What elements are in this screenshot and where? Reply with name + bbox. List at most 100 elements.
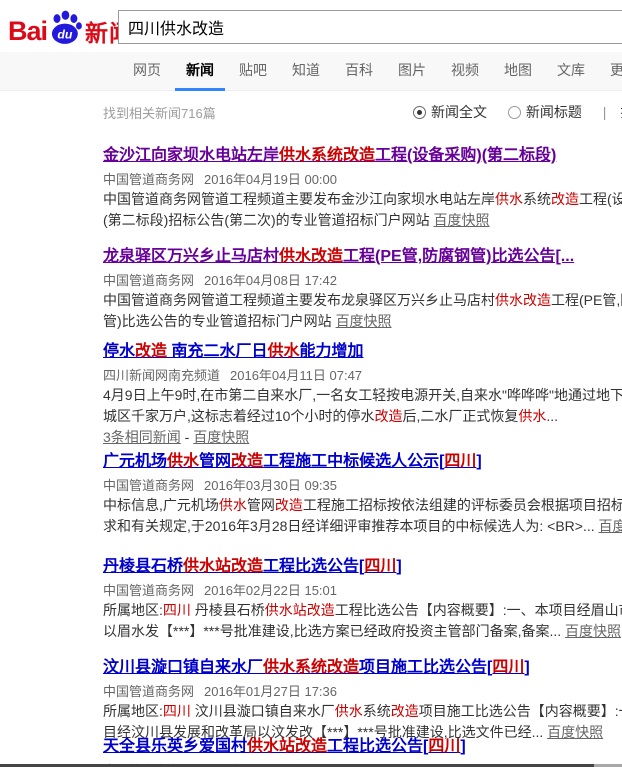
result-title-link[interactable]: 停水改造 南充二水厂日供水能力增加	[103, 342, 622, 362]
snippet-highlight: 改造	[374, 408, 402, 424]
result-source-line: 中国管道商务网 2016年03月30日 09:35	[103, 476, 622, 495]
results-list: 金沙江向家坝水电站左岸供水系统改造工程(设备采购)(第二标段)中国管道商务网20…	[0, 0, 622, 767]
result-item-1: 金沙江向家坝水电站左岸供水系统改造工程(设备采购)(第二标段) 中国管道商务网20…	[103, 146, 622, 231]
title-highlight: 供水系统改造	[263, 659, 359, 676]
result-title-link[interactable]: 汶川县漩口镇自来水厂供水系统改造项目施工比选公告[四川]	[103, 658, 622, 678]
result-snippet-line: 中标信息,广元机场供水管网改造工程施工招标按依法组建的评标委员会根据项目招标文件…	[103, 495, 622, 516]
snippet-text: 求和有关规定,于2016年3月28日经详细评审推荐本项目的中标候选人为: <BR…	[103, 518, 599, 534]
title-highlight: 供水站改造	[183, 558, 263, 575]
title-text: 管网	[199, 453, 231, 470]
snippet-text: 项目施工比选公告【内容概要】:一、	[419, 703, 622, 719]
cache-link[interactable]: 百度快照	[565, 623, 621, 639]
snippet-text: 所属地区:	[103, 602, 163, 618]
snippet-text: 汶川县漩口镇自来水厂	[191, 703, 335, 719]
title-text: 工程施工中标候选人公示[	[263, 453, 444, 470]
title-highlight: 供水站改造	[247, 738, 327, 755]
snippet-highlight: 供水	[335, 703, 363, 719]
snippet-highlight: 改造	[551, 191, 579, 207]
result-item-7: 天全县乐英乡爱国村供水站改造工程比选公告[四川]中国管道商务网2016年01月2…	[103, 737, 622, 767]
title-text: 天全县乐英乡爱国村	[103, 738, 247, 755]
snippet-highlight: 改造	[275, 497, 303, 513]
baidu-news-search-page: Bai du 新闻 网页新闻贴吧知道百科图片视频地图文库更多>> 找到相关新闻7…	[0, 0, 622, 767]
cache-link[interactable]: 百度快照	[193, 429, 249, 445]
title-highlight: 四川	[444, 453, 476, 470]
snippet-text: ...	[546, 408, 558, 424]
snippet-text: 城区千家万户,这标志着经过10个小时的停水	[103, 408, 374, 424]
snippet-text: 工程(设备采购)	[579, 191, 622, 207]
title-text: 工程比选公告[	[263, 558, 364, 575]
result-snippet-line: 管)比选公告的专业管道招标门户网站 百度快照	[103, 311, 622, 332]
title-highlight: 供水	[267, 343, 299, 360]
cache-link[interactable]: 百度快照	[599, 518, 622, 534]
result-date: 2016年02月22日 15:01	[204, 583, 337, 598]
snippet-highlight: 四川	[163, 602, 191, 618]
title-text: 广元机场	[103, 453, 167, 470]
result-source: 四川新闻网南充频道	[103, 368, 220, 383]
result-source-line: 中国管道商务网 2016年02月22日 15:01	[103, 581, 622, 600]
title-highlight: 四川	[492, 659, 524, 676]
snippet-text: 系统	[363, 703, 391, 719]
cache-link[interactable]: 百度快照	[336, 313, 392, 329]
cache-link[interactable]: 百度快照	[434, 212, 490, 228]
snippet-highlight: 供水站改造	[265, 602, 335, 618]
snippet-highlight: 供水	[219, 497, 247, 513]
result-date: 2016年04月11日 07:47	[230, 368, 362, 383]
snippet-text: 管)比选公告的专业管道招标门户网站	[103, 313, 336, 329]
title-text: 能力增加	[300, 343, 364, 360]
result-item-3: 停水改造 南充二水厂日供水能力增加四川新闻网南充频道 2016年04月11日 07…	[103, 342, 622, 448]
result-source: 中国管道商务网	[103, 684, 194, 699]
result-snippet-line: (第二标段)招标公告(第二次)的专业管道招标门户网站 百度快照	[103, 210, 622, 231]
title-highlight: 四川	[364, 558, 396, 575]
title-highlight: 供水改造	[279, 248, 343, 265]
title-highlight: 改造	[135, 343, 167, 360]
snippet-text: 后,二水厂正式恢复	[402, 408, 518, 424]
result-source: 中国管道商务网	[103, 583, 194, 598]
result-snippet-line: 所属地区:四川 汶川县漩口镇自来水厂供水系统改造项目施工比选公告【内容概要】:一…	[103, 701, 622, 722]
result-item-4: 广元机场供水管网改造工程施工中标候选人公示[四川]中国管道商务网2016年03月…	[103, 452, 622, 537]
result-title-link[interactable]: 天全县乐英乡爱国村供水站改造工程比选公告[四川]	[103, 737, 622, 757]
snippet-highlight: 供水	[495, 191, 523, 207]
result-date: 2016年01月27日 17:36	[204, 684, 337, 699]
result-snippet-line: 4月9日上午9时,在市第二自来水厂,一名女工轻按电源开关,自来水"哗哗哗"地通过…	[103, 385, 622, 406]
result-date: 2016年03月30日 09:35	[204, 478, 337, 493]
title-text: 工程比选公告[	[327, 738, 428, 755]
result-snippet-line: 3条相同新闻 - 百度快照	[103, 427, 622, 448]
result-snippet-line: 所属地区:四川 丹棱县石桥供水站改造工程比选公告【内容概要】:一、本项目经眉山市…	[103, 600, 622, 621]
result-source-line: 四川新闻网南充频道 2016年04月11日 07:47	[103, 366, 622, 385]
same-news-link[interactable]: 3条相同新闻	[103, 429, 181, 445]
snippet-highlight: 供水	[518, 408, 546, 424]
snippet-highlight: 改造	[391, 703, 419, 719]
title-text: 龙泉驿区万兴乡止马店村	[103, 248, 279, 265]
title-text: 工程(PE管,防腐钢管)比选公告[...	[343, 248, 574, 265]
title-highlight: 四川	[428, 738, 460, 755]
title-highlight: 供水	[167, 453, 199, 470]
snippet-text: 中标信息,广元机场	[103, 497, 219, 513]
snippet-text: 工程施工招标按依法组建的评标委员会根据项目招标文件要	[303, 497, 622, 513]
result-snippet-line: 求和有关规定,于2016年3月28日经详细评审推荐本项目的中标候选人为: <BR…	[103, 516, 622, 537]
title-text: ]	[476, 453, 481, 470]
snippet-text: 丹棱县石桥	[191, 602, 265, 618]
result-snippet-line: 城区千家万户,这标志着经过10个小时的停水改造后,二水厂正式恢复供水...	[103, 406, 622, 427]
title-highlight: 改造	[231, 453, 263, 470]
result-source: 中国管道商务网	[103, 478, 194, 493]
snippet-text: -	[181, 429, 193, 445]
snippet-text: 系统	[523, 191, 551, 207]
title-text: 金沙江向家坝水电站左岸	[103, 147, 279, 164]
title-text: 汶川县漩口镇自来水厂	[103, 659, 263, 676]
title-text: 南充二水厂日	[167, 343, 267, 360]
result-title-link[interactable]: 广元机场供水管网改造工程施工中标候选人公示[四川]	[103, 452, 622, 472]
result-source-line: 中国管道商务网2016年04月19日 00:00	[103, 170, 622, 189]
snippet-text: 工程(PE管,防腐钢	[551, 292, 622, 308]
snippet-text: 管网	[247, 497, 275, 513]
result-source: 中国管道商务网	[103, 273, 194, 288]
snippet-text: 4月9日上午9时,在市第二自来水厂,一名女工轻按电源开关,自来水"哗哗哗"地通过…	[103, 387, 622, 403]
snippet-text: (第二标段)招标公告(第二次)的专业管道招标门户网站	[103, 212, 434, 228]
result-snippet-line: 中国管道商务网管道工程频道主要发布金沙江向家坝水电站左岸供水系统改造工程(设备采…	[103, 189, 622, 210]
title-text: ]	[460, 738, 465, 755]
result-title-link[interactable]: 金沙江向家坝水电站左岸供水系统改造工程(设备采购)(第二标段)	[103, 146, 622, 166]
result-title-link[interactable]: 丹棱县石桥供水站改造工程比选公告[四川]	[103, 557, 622, 577]
result-title-link[interactable]: 龙泉驿区万兴乡止马店村供水改造工程(PE管,防腐钢管)比选公告[...	[103, 247, 622, 267]
result-date: 2016年04月08日 17:42	[204, 273, 337, 288]
result-item-2: 龙泉驿区万兴乡止马店村供水改造工程(PE管,防腐钢管)比选公告[... 中国管道商…	[103, 247, 622, 332]
snippet-highlight: 四川	[163, 703, 191, 719]
